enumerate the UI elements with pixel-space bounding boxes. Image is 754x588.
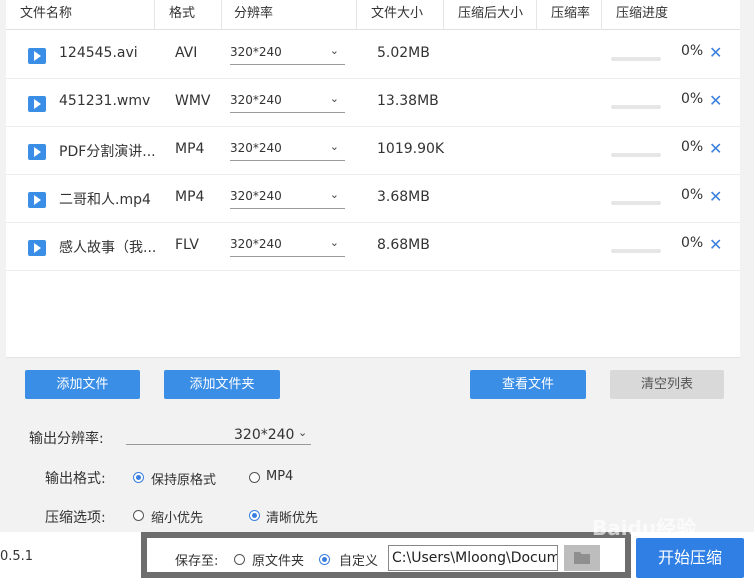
table-header: 文件名称 格式 分辨率 文件大小 压缩后大小 压缩率 压缩进度	[6, 0, 740, 30]
play-icon[interactable]	[28, 48, 46, 64]
view-file-button[interactable]: 查看文件	[470, 370, 586, 399]
resolution-value: 320*240	[230, 93, 282, 107]
col-header-name[interactable]: 文件名称	[6, 0, 155, 30]
clear-list-button[interactable]: 清空列表	[610, 370, 724, 399]
version-label: 0.5.1	[0, 549, 34, 564]
resolution-value: 320*240	[230, 141, 282, 155]
save-original-radio[interactable]	[234, 554, 245, 565]
resolution-select[interactable]: 320*240 ⌄	[230, 188, 345, 209]
play-icon[interactable]	[28, 96, 46, 112]
format-keep-radio[interactable]	[133, 472, 144, 483]
file-name: 二哥和人.mp4	[59, 192, 151, 208]
table-row[interactable]: 451231.wmv WMV 320*240 ⌄ 13.38MB 0% ✕	[6, 79, 740, 127]
play-icon[interactable]	[28, 144, 46, 160]
add-file-button[interactable]: 添加文件	[25, 370, 140, 399]
col-header-ratio[interactable]: 压缩率	[537, 0, 602, 30]
output-resolution-value: 320*240	[234, 427, 295, 443]
chevron-down-icon: ⌄	[298, 426, 308, 439]
add-folder-button[interactable]: 添加文件夹	[164, 370, 280, 399]
compress-option-label: 压缩选项:	[45, 510, 106, 526]
col-header-resolution[interactable]: 分辨率	[222, 0, 357, 30]
file-format: FLV	[175, 237, 199, 253]
file-size: 13.38MB	[377, 93, 439, 109]
file-size: 1019.90KB	[377, 141, 445, 157]
progress-percent: 0%	[681, 187, 704, 203]
chevron-down-icon: ⌄	[329, 140, 339, 153]
col-header-progress[interactable]: 压缩进度	[602, 0, 740, 30]
resolution-select[interactable]: 320*240 ⌄	[230, 92, 345, 113]
folder-icon	[574, 552, 590, 564]
compress-clear-radio[interactable]	[249, 510, 260, 521]
compress-small-label[interactable]: 缩小优先	[151, 507, 203, 526]
file-name: 124545.avi	[59, 45, 138, 61]
format-keep-label[interactable]: 保持原格式	[151, 469, 216, 488]
start-compress-button[interactable]: 开始压缩	[636, 538, 744, 578]
format-mp4-label[interactable]: MP4	[266, 469, 293, 484]
progress-bar	[611, 201, 661, 205]
chevron-down-icon: ⌄	[329, 44, 339, 57]
progress-percent: 0%	[681, 235, 704, 251]
resolution-select[interactable]: 320*240 ⌄	[230, 236, 345, 257]
file-name: 451231.wmv	[59, 93, 151, 109]
resolution-select[interactable]: 320*240 ⌄	[230, 44, 345, 65]
close-icon[interactable]: ✕	[709, 91, 722, 110]
browse-folder-button[interactable]	[564, 545, 600, 571]
table-row[interactable]: 感人故事（我... FLV 320*240 ⌄ 8.68MB 0% ✕	[6, 223, 740, 271]
progress-bar	[611, 105, 661, 109]
save-original-label[interactable]: 原文件夹	[252, 550, 304, 569]
output-resolution-label: 输出分辨率:	[29, 431, 104, 447]
close-icon[interactable]: ✕	[709, 235, 722, 254]
resolution-value: 320*240	[230, 237, 282, 251]
resolution-select[interactable]: 320*240 ⌄	[230, 140, 345, 161]
save-to-label: 保存至:	[175, 554, 219, 569]
resolution-value: 320*240	[230, 189, 282, 203]
play-icon[interactable]	[28, 240, 46, 256]
progress-percent: 0%	[681, 91, 704, 107]
close-icon[interactable]: ✕	[709, 187, 722, 206]
save-custom-radio[interactable]	[319, 554, 330, 565]
progress-bar	[611, 153, 661, 157]
progress-bar	[611, 57, 661, 61]
file-format: AVI	[175, 45, 198, 61]
output-format-label: 输出格式:	[45, 471, 106, 487]
chevron-down-icon: ⌄	[329, 188, 339, 201]
col-header-size[interactable]: 文件大小	[357, 0, 444, 30]
file-format: MP4	[175, 141, 205, 157]
file-size: 5.02MB	[377, 45, 430, 61]
close-icon[interactable]: ✕	[709, 43, 722, 62]
save-path-input[interactable]: C:\Users\Mloong\Documents	[388, 545, 558, 571]
progress-percent: 0%	[681, 139, 704, 155]
file-table: 文件名称 格式 分辨率 文件大小 压缩后大小 压缩率 压缩进度 124545.a…	[6, 0, 740, 358]
close-icon[interactable]: ✕	[709, 139, 722, 158]
chevron-down-icon: ⌄	[329, 92, 339, 105]
format-mp4-radio[interactable]	[249, 472, 260, 483]
app-window: 文件名称 格式 分辨率 文件大小 压缩后大小 压缩率 压缩进度 124545.a…	[0, 0, 754, 588]
file-name: PDF分割演讲...	[59, 144, 156, 160]
file-size: 3.68MB	[377, 189, 430, 205]
progress-bar	[611, 249, 661, 253]
file-name: 感人故事（我...	[59, 240, 157, 256]
file-format: MP4	[175, 189, 205, 205]
compress-clear-label[interactable]: 清晰优先	[266, 507, 318, 526]
compress-small-radio[interactable]	[133, 510, 144, 521]
play-icon[interactable]	[28, 192, 46, 208]
resolution-value: 320*240	[230, 45, 282, 59]
file-size: 8.68MB	[377, 237, 430, 253]
table-row[interactable]: 124545.avi AVI 320*240 ⌄ 5.02MB 0% ✕	[6, 31, 740, 79]
table-row[interactable]: PDF分割演讲... MP4 320*240 ⌄ 1019.90KB 0% ✕	[6, 127, 740, 175]
save-custom-label[interactable]: 自定义	[339, 550, 378, 569]
output-resolution-select[interactable]: 320*240 ⌄	[126, 425, 311, 445]
file-format: WMV	[175, 93, 211, 109]
col-header-compressed-size[interactable]: 压缩后大小	[444, 0, 537, 30]
progress-percent: 0%	[681, 43, 704, 59]
table-row[interactable]: 二哥和人.mp4 MP4 320*240 ⌄ 3.68MB 0% ✕	[6, 175, 740, 223]
chevron-down-icon: ⌄	[329, 236, 339, 249]
col-header-format[interactable]: 格式	[155, 0, 222, 30]
